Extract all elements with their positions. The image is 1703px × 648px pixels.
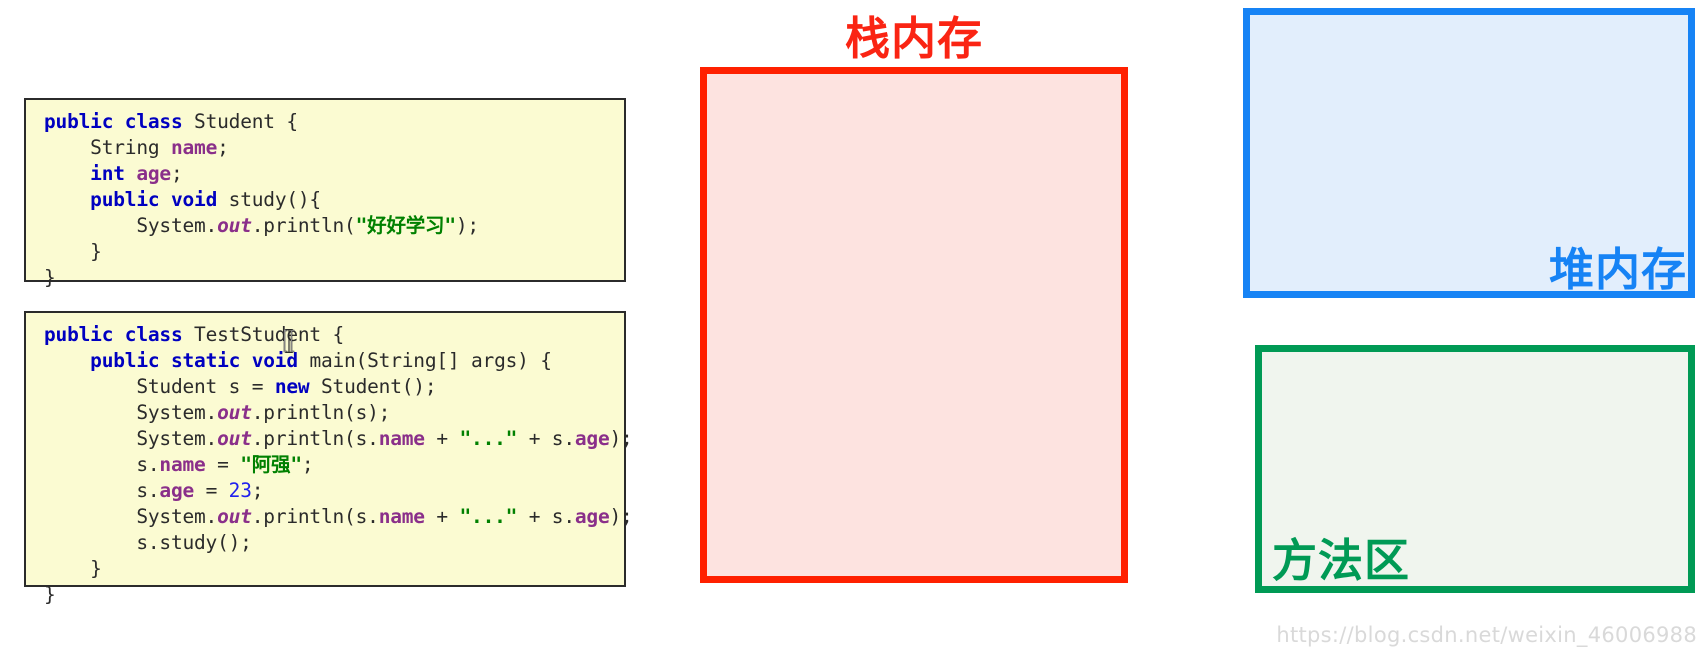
code-line: System.out.println("好好学习"); bbox=[44, 213, 624, 239]
code-token: = bbox=[194, 479, 229, 502]
code-line: public class Student { bbox=[44, 109, 624, 135]
code-token: .println(s); bbox=[251, 401, 391, 424]
code-line: } bbox=[44, 556, 624, 582]
code-token: Student(); bbox=[320, 375, 437, 398]
code-token: age bbox=[574, 505, 610, 528]
code-token: study(){ bbox=[228, 188, 322, 211]
code-token: System. bbox=[44, 401, 218, 424]
code-token: .println(s. bbox=[251, 427, 379, 450]
code-token: + s. bbox=[517, 427, 575, 450]
code-token: out bbox=[217, 427, 252, 450]
code-token: + bbox=[424, 427, 460, 450]
code-line: s.age = 23; bbox=[44, 478, 624, 504]
method-area-label: 方法区 bbox=[1272, 534, 1411, 587]
code-line: } bbox=[44, 582, 624, 608]
code-token: System. bbox=[44, 427, 218, 450]
code-token: new bbox=[274, 375, 321, 398]
code-token: age bbox=[574, 427, 610, 450]
code-token: } bbox=[44, 557, 102, 580]
code-line: public static void main(String[] args) { bbox=[44, 348, 624, 374]
code-token: System. bbox=[44, 505, 218, 528]
code-line: System.out.println(s.name + "..." + s.ag… bbox=[44, 504, 632, 530]
code-token: Student s = bbox=[44, 375, 275, 398]
code-token: "好好学习" bbox=[355, 214, 456, 237]
code-line: public void study(){ bbox=[44, 187, 624, 213]
code-token: .println(s. bbox=[251, 505, 379, 528]
watermark-text: https://blog.csdn.net/weixin_46006988 bbox=[1276, 623, 1697, 647]
code-token: "..." bbox=[459, 505, 518, 528]
code-token: + bbox=[424, 505, 460, 528]
code-token: s.study(); bbox=[44, 531, 252, 554]
code-token: s. bbox=[44, 453, 160, 476]
code-token: age bbox=[159, 479, 195, 502]
code-line: String name; bbox=[44, 135, 624, 161]
code-token: public static void bbox=[90, 349, 310, 372]
code-token: String bbox=[44, 136, 171, 159]
code-line: } bbox=[44, 239, 624, 265]
stack-memory-label: 栈内存 bbox=[844, 12, 983, 65]
code-line: s.study(); bbox=[44, 530, 624, 556]
code-line: } bbox=[44, 265, 624, 291]
code-token: ); bbox=[609, 505, 633, 528]
code-block-teststudent[interactable]: public class TestStudent { public static… bbox=[24, 311, 633, 606]
code-line: System.out.println(s.name + "..." + s.ag… bbox=[44, 426, 632, 452]
code-token: name bbox=[378, 427, 425, 450]
code-token: age bbox=[136, 162, 171, 185]
heap-memory-label: 堆内存 bbox=[1548, 243, 1687, 296]
stack-memory-box bbox=[700, 67, 1128, 583]
code-token: + s. bbox=[517, 505, 575, 528]
code-line: s.name = "阿强"; bbox=[44, 452, 624, 478]
code-token: ; bbox=[170, 162, 183, 185]
code-token: main(String[] args) { bbox=[309, 349, 552, 372]
code-token: public void bbox=[90, 188, 229, 211]
code-token: 23 bbox=[228, 479, 252, 502]
code-token: ); bbox=[609, 427, 633, 450]
code-token: int bbox=[90, 162, 137, 185]
code-token: Student { bbox=[194, 110, 298, 133]
code-token: "..." bbox=[459, 427, 518, 450]
code-token: name bbox=[378, 505, 425, 528]
code-line: Student s = new Student(); bbox=[44, 374, 624, 400]
code-token: out bbox=[217, 401, 252, 424]
code-token: System. bbox=[44, 214, 218, 237]
code-line: int age; bbox=[44, 161, 624, 187]
code-token: } bbox=[44, 240, 102, 263]
code-line: System.out.println(s); bbox=[44, 400, 624, 426]
code-token: public class bbox=[44, 323, 195, 346]
code-token: out bbox=[217, 505, 252, 528]
code-token: out bbox=[217, 214, 252, 237]
code-token: s. bbox=[44, 479, 160, 502]
code-token: public class bbox=[44, 110, 195, 133]
code-block-student[interactable]: public class Student { String name; int … bbox=[24, 98, 626, 289]
code-token: TestStudent { bbox=[194, 323, 345, 346]
code-token: name bbox=[170, 136, 218, 159]
code-token: ; bbox=[301, 453, 314, 476]
code-token: = bbox=[205, 453, 241, 476]
code-token: ); bbox=[455, 214, 479, 237]
code-token: "阿强" bbox=[240, 453, 302, 476]
code-token: ; bbox=[217, 136, 229, 159]
code-token: .println( bbox=[251, 214, 356, 237]
code-token: } bbox=[44, 583, 56, 606]
code-token: name bbox=[159, 453, 206, 476]
code-token: } bbox=[44, 266, 56, 289]
code-line: public class TestStudent { bbox=[44, 322, 624, 348]
code-token: ; bbox=[251, 479, 264, 502]
